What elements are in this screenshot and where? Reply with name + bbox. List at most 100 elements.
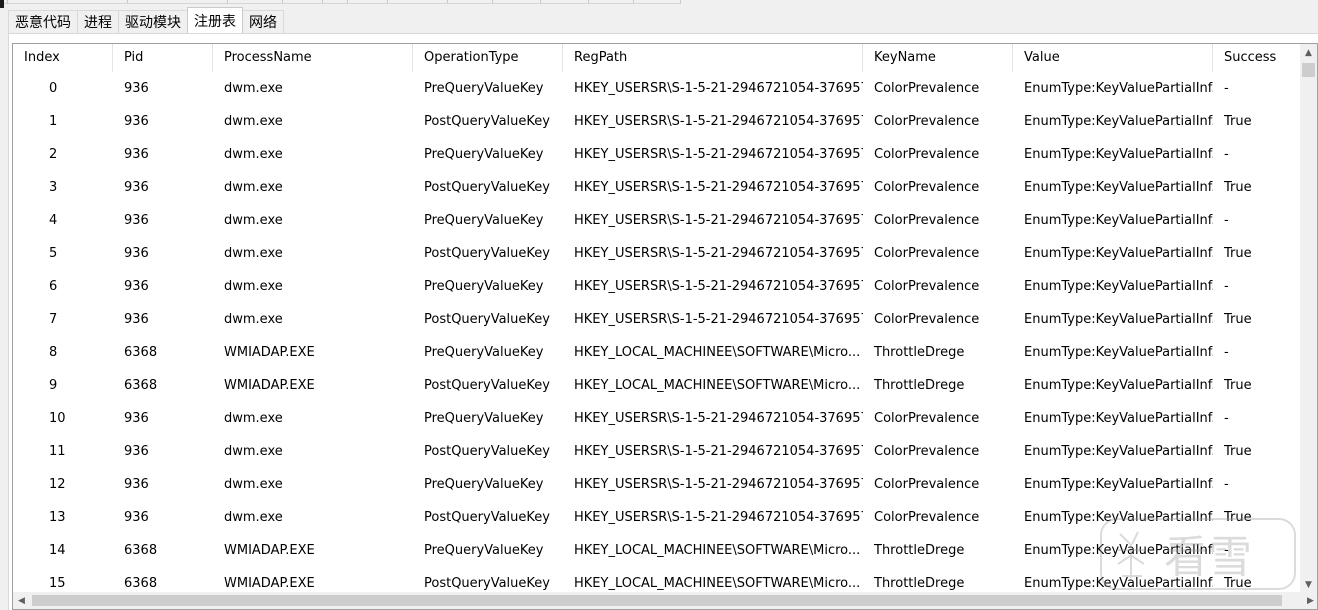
cell-reg-path: HKEY_USERSR\S-1-5-21-2946721054-376957..…: [574, 312, 863, 327]
table-row[interactable]: 11 936 dwm.exe PostQueryValueKey HKEY_USERSR…: [13, 435, 1302, 468]
column-header-index[interactable]: Index: [13, 44, 113, 72]
arrow-down-icon[interactable]: ▼: [1300, 576, 1317, 593]
cell-success: -: [1224, 477, 1229, 492]
table-row[interactable]: 12 936 dwm.exe PreQueryValueKey HKEY_USERSR\…: [13, 468, 1302, 501]
cell-key-name: ColorPrevalence: [874, 114, 980, 129]
table-row[interactable]: 6 936 dwm.exe PreQueryValueKey HKEY_USERSR\S…: [13, 270, 1302, 303]
tab-label: 注册表: [194, 13, 236, 30]
cell-value: EnumType:KeyValuePartialInf...: [1024, 180, 1213, 195]
tab-label: 网络: [249, 15, 277, 31]
table-row[interactable]: 0 936 dwm.exe PreQueryValueKey HKEY_USERSR\S…: [13, 72, 1302, 105]
cell-process-name: dwm.exe: [224, 81, 283, 96]
cell-reg-path: HKEY_USERSR\S-1-5-21-2946721054-376957..…: [574, 81, 863, 96]
list-header: Index Pid ProcessName OperationType RegP…: [13, 44, 1302, 72]
title-strip: [0, 0, 1318, 6]
cell-pid: 6368: [124, 543, 158, 558]
tab-process[interactable]: 进程: [77, 10, 119, 33]
table-row[interactable]: 9 6368 WMIADAP.EXE PostQueryValueKey HKEY_LO…: [13, 369, 1302, 402]
cell-value: EnumType:KeyValuePartialInf...: [1024, 81, 1213, 96]
cell-key-name: ColorPrevalence: [874, 279, 980, 294]
cell-pid: 936: [124, 213, 149, 228]
cell-index: 11: [49, 444, 66, 459]
registry-list-view[interactable]: Index Pid ProcessName OperationType RegP…: [12, 43, 1318, 610]
tab-network[interactable]: 网络: [242, 10, 284, 33]
cell-key-name: ThrottleDrege: [874, 378, 965, 393]
tab-label: 恶意代码: [15, 15, 71, 31]
window-edge: [0, 0, 4, 8]
table-row[interactable]: 5 936 dwm.exe PostQueryValueKey HKEY_USERSR\…: [13, 237, 1302, 270]
tab-driver-modules[interactable]: 驱动模块: [118, 10, 188, 33]
table-row[interactable]: 13 936 dwm.exe PostQueryValueKey HKEY_USERSR…: [13, 501, 1302, 534]
cell-index: 12: [49, 477, 66, 492]
cell-success: True: [1224, 576, 1252, 591]
cell-operation-type: PostQueryValueKey: [424, 246, 550, 261]
cell-reg-path: HKEY_USERSR\S-1-5-21-2946721054-376957..…: [574, 180, 863, 195]
cell-process-name: dwm.exe: [224, 411, 283, 426]
column-header-process-name[interactable]: ProcessName: [213, 44, 413, 72]
cell-key-name: ColorPrevalence: [874, 213, 980, 228]
cell-value: EnumType:KeyValuePartialInf...: [1024, 477, 1213, 492]
column-header-success[interactable]: Success: [1213, 44, 1302, 72]
column-header-operation-type[interactable]: OperationType: [413, 44, 563, 72]
cell-index: 8: [49, 345, 58, 360]
column-header-pid[interactable]: Pid: [113, 44, 213, 72]
cell-operation-type: PreQueryValueKey: [424, 147, 544, 162]
table-row[interactable]: 8 6368 WMIADAP.EXE PreQueryValueKey HKEY_LOC…: [13, 336, 1302, 369]
arrow-right-icon[interactable]: ▶: [1302, 592, 1317, 609]
cell-operation-type: PostQueryValueKey: [424, 510, 550, 525]
cell-process-name: dwm.exe: [224, 312, 283, 327]
cell-success: -: [1224, 147, 1229, 162]
horizontal-scroll-thumb[interactable]: [32, 595, 1282, 606]
cell-operation-type: PreQueryValueKey: [424, 81, 544, 96]
cell-key-name: ColorPrevalence: [874, 147, 980, 162]
cell-value: EnumType:KeyValuePartialInf...: [1024, 345, 1213, 360]
table-row[interactable]: 1 936 dwm.exe PostQueryValueKey HKEY_USERSR\…: [13, 105, 1302, 138]
cell-operation-type: PreQueryValueKey: [424, 279, 544, 294]
cell-operation-type: PreQueryValueKey: [424, 411, 544, 426]
cell-operation-type: PostQueryValueKey: [424, 378, 550, 393]
arrow-left-icon[interactable]: ◀: [13, 592, 30, 609]
cell-reg-path: HKEY_USERSR\S-1-5-21-2946721054-376957..…: [574, 114, 863, 129]
cell-key-name: ColorPrevalence: [874, 444, 980, 459]
table-row[interactable]: 10 936 dwm.exe PreQueryValueKey HKEY_USERSR\…: [13, 402, 1302, 435]
vertical-scroll-thumb[interactable]: [1302, 63, 1315, 77]
cell-key-name: ColorPrevalence: [874, 246, 980, 261]
cell-pid: 936: [124, 114, 149, 129]
cell-index: 5: [49, 246, 58, 261]
table-row[interactable]: 14 6368 WMIADAP.EXE PreQueryValueKey HKEY_LO…: [13, 534, 1302, 567]
tab-malware[interactable]: 恶意代码: [8, 10, 78, 33]
cell-value: EnumType:KeyValuePartialInf...: [1024, 147, 1213, 162]
table-row[interactable]: 3 936 dwm.exe PostQueryValueKey HKEY_USERSR\…: [13, 171, 1302, 204]
cell-operation-type: PreQueryValueKey: [424, 213, 544, 228]
arrow-up-icon[interactable]: ▲: [1300, 44, 1317, 61]
tab-registry[interactable]: 注册表: [187, 7, 243, 33]
column-header-reg-path[interactable]: RegPath: [563, 44, 863, 72]
cell-success: True: [1224, 378, 1252, 393]
cell-key-name: ColorPrevalence: [874, 477, 980, 492]
cell-pid: 936: [124, 510, 149, 525]
cell-success: -: [1224, 345, 1229, 360]
cell-reg-path: HKEY_USERSR\S-1-5-21-2946721054-376957..…: [574, 246, 863, 261]
cell-value: EnumType:KeyValuePartialInf...: [1024, 543, 1213, 558]
tab-label: 驱动模块: [125, 15, 181, 31]
cell-process-name: WMIADAP.EXE: [224, 345, 315, 360]
cell-reg-path: HKEY_USERSR\S-1-5-21-2946721054-376957..…: [574, 147, 863, 162]
cell-reg-path: HKEY_USERSR\S-1-5-21-2946721054-376957..…: [574, 279, 863, 294]
table-row[interactable]: 2 936 dwm.exe PreQueryValueKey HKEY_USERSR\S…: [13, 138, 1302, 171]
table-row[interactable]: 7 936 dwm.exe PostQueryValueKey HKEY_USERSR\…: [13, 303, 1302, 336]
cell-operation-type: PreQueryValueKey: [424, 477, 544, 492]
vertical-scrollbar[interactable]: ▲ ▼: [1300, 44, 1317, 593]
cell-pid: 6368: [124, 576, 158, 591]
cell-value: EnumType:KeyValuePartialInf...: [1024, 246, 1213, 261]
cell-process-name: dwm.exe: [224, 510, 283, 525]
cell-value: EnumType:KeyValuePartialInf...: [1024, 510, 1213, 525]
cell-process-name: dwm.exe: [224, 246, 283, 261]
column-header-key-name[interactable]: KeyName: [863, 44, 1013, 72]
cell-pid: 6368: [124, 345, 158, 360]
cell-value: EnumType:KeyValuePartialInf...: [1024, 312, 1213, 327]
table-row[interactable]: 4 936 dwm.exe PreQueryValueKey HKEY_USERSR\S…: [13, 204, 1302, 237]
cell-process-name: dwm.exe: [224, 279, 283, 294]
cell-value: EnumType:KeyValuePartialInf...: [1024, 576, 1213, 591]
column-header-value[interactable]: Value: [1013, 44, 1213, 72]
horizontal-scrollbar[interactable]: ◀ ▶: [13, 592, 1317, 609]
